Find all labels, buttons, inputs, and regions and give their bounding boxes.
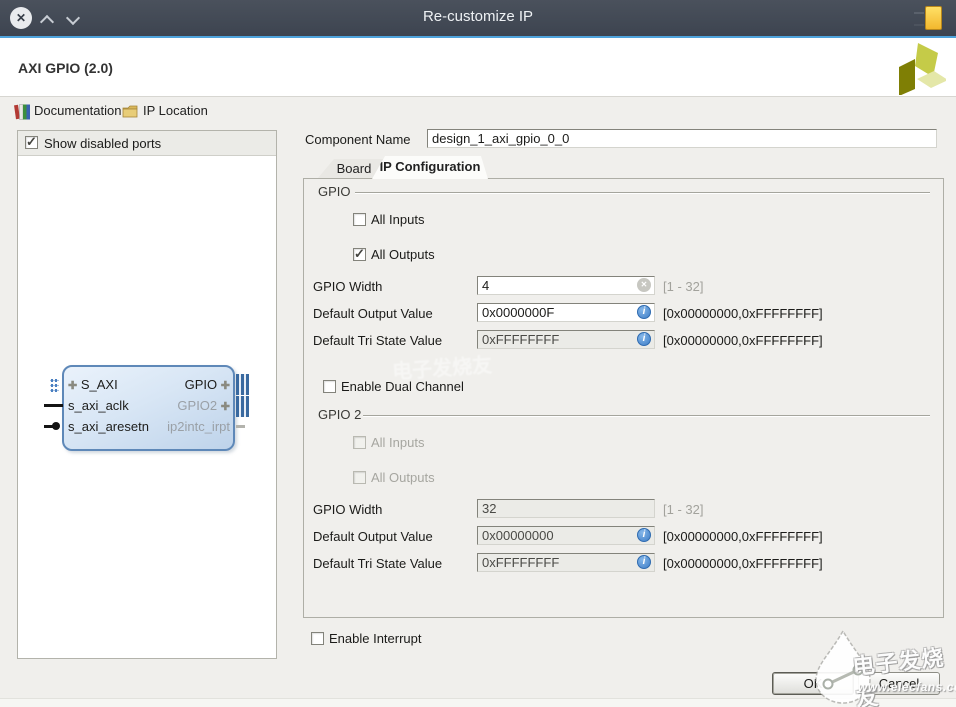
component-name-input[interactable]: [427, 129, 937, 148]
show-disabled-ports-label: Show disabled ports: [44, 136, 161, 151]
documentation-books-icon: [14, 103, 31, 120]
gpio2-group-title: GPIO 2: [318, 407, 361, 422]
gpio-default-output-label: Default Output Value: [313, 306, 433, 321]
port-gpio: GPIO ✚: [140, 377, 230, 392]
gpio2-default-tri-range: [0x00000000,0xFFFFFFFF]: [663, 556, 823, 571]
irpt-stub-icon: [236, 425, 245, 428]
tab-content-panel: [303, 178, 944, 618]
gpio2-width-input[interactable]: [477, 499, 655, 518]
info-icon[interactable]: i: [637, 555, 651, 569]
gpio2-default-tri-input[interactable]: [477, 553, 655, 572]
gpio2-all-inputs-label: All Inputs: [371, 435, 424, 450]
gpio2-all-inputs-checkbox[interactable]: ✓: [353, 436, 366, 449]
gpio2-width-range: [1 - 32]: [663, 502, 703, 517]
port-s-axi-aclk: s_axi_aclk: [68, 398, 129, 413]
cancel-button[interactable]: Cancel: [858, 672, 940, 695]
clear-icon[interactable]: ✕: [637, 278, 651, 292]
gpio-all-inputs-checkbox[interactable]: ✓: [353, 213, 366, 226]
enable-interrupt-label: Enable Interrupt: [329, 631, 422, 646]
enable-interrupt-checkbox[interactable]: ✓: [311, 632, 324, 645]
gpio-width-range: [1 - 32]: [663, 279, 703, 294]
window-title: Re-customize IP: [0, 8, 956, 25]
gpio2-width-label: GPIO Width: [313, 502, 382, 517]
s-axi-interface-connector-icon: [50, 378, 59, 393]
gpio2-default-output-range: [0x00000000,0xFFFFFFFF]: [663, 529, 823, 544]
enable-dual-channel-label: Enable Dual Channel: [341, 379, 464, 394]
plus-icon: ✚: [68, 380, 77, 392]
gpio2-all-outputs-label: All Outputs: [371, 470, 435, 485]
gpio-group-line: [355, 192, 930, 193]
aclk-connector-icon: [44, 404, 63, 407]
ok-button[interactable]: OK: [772, 672, 854, 695]
info-icon[interactable]: i: [637, 332, 651, 346]
tab-ip-configuration[interactable]: IP Configuration: [372, 156, 488, 179]
gpio2-default-output-input[interactable]: [477, 526, 655, 545]
bottom-strip: [0, 698, 956, 707]
ip-location-link[interactable]: IP Location: [143, 103, 208, 121]
gpio-default-tri-input[interactable]: [477, 330, 655, 349]
plus-icon: ✚: [221, 380, 230, 392]
gpio2-group-line: [363, 415, 930, 416]
port-s-axi: ✚ S_AXI: [68, 377, 118, 392]
gpio-bus-icon: [236, 374, 249, 395]
gpio2-all-outputs-checkbox[interactable]: ✓: [353, 471, 366, 484]
port-s-axi-aresetn: s_axi_aresetn: [68, 419, 149, 434]
gpio-default-output-input[interactable]: [477, 303, 655, 322]
info-icon[interactable]: i: [637, 305, 651, 319]
gpio-all-outputs-checkbox[interactable]: ✓: [353, 248, 366, 261]
recustomize-ip-dialog: ✕ Re-customize IP AXI GPIO (2.0) Documen…: [0, 0, 956, 707]
ip-title: AXI GPIO (2.0): [18, 60, 113, 76]
enable-dual-channel-checkbox[interactable]: ✓: [323, 380, 336, 393]
gpio2-default-tri-label: Default Tri State Value: [313, 556, 442, 571]
gpio-default-output-range: [0x00000000,0xFFFFFFFF]: [663, 306, 823, 321]
gpio2-default-output-label: Default Output Value: [313, 529, 433, 544]
gpio-all-inputs-label: All Inputs: [371, 212, 424, 227]
gpio2-bus-icon: [236, 396, 249, 417]
check-icon: ✓: [354, 246, 365, 262]
titlebar: ✕ Re-customize IP: [0, 0, 956, 36]
aresetn-bubble-icon: [52, 422, 60, 430]
gpio-group-title: GPIO: [318, 184, 351, 199]
note-icon[interactable]: [925, 6, 942, 30]
gpio-default-tri-range: [0x00000000,0xFFFFFFFF]: [663, 333, 823, 348]
documentation-link[interactable]: Documentation: [34, 103, 121, 121]
gpio-width-label: GPIO Width: [313, 279, 382, 294]
info-icon[interactable]: i: [637, 528, 651, 542]
show-disabled-ports-checkbox[interactable]: ✓: [25, 136, 38, 149]
ip-location-folder-icon: [122, 104, 139, 119]
vendor-logo-icon: [890, 41, 946, 95]
check-icon: ✓: [26, 134, 37, 150]
component-name-label: Component Name: [305, 132, 411, 147]
gpio-width-input[interactable]: [477, 276, 655, 295]
port-gpio2: GPIO2 ✚: [140, 398, 230, 413]
tray-lines-icon: [914, 12, 924, 26]
dialog-header: AXI GPIO (2.0): [0, 38, 956, 97]
port-ip2intc-irpt: ip2intc_irpt: [140, 419, 230, 434]
gpio-default-tri-label: Default Tri State Value: [313, 333, 442, 348]
plus-icon: ✚: [221, 401, 230, 413]
gpio-all-outputs-label: All Outputs: [371, 247, 435, 262]
